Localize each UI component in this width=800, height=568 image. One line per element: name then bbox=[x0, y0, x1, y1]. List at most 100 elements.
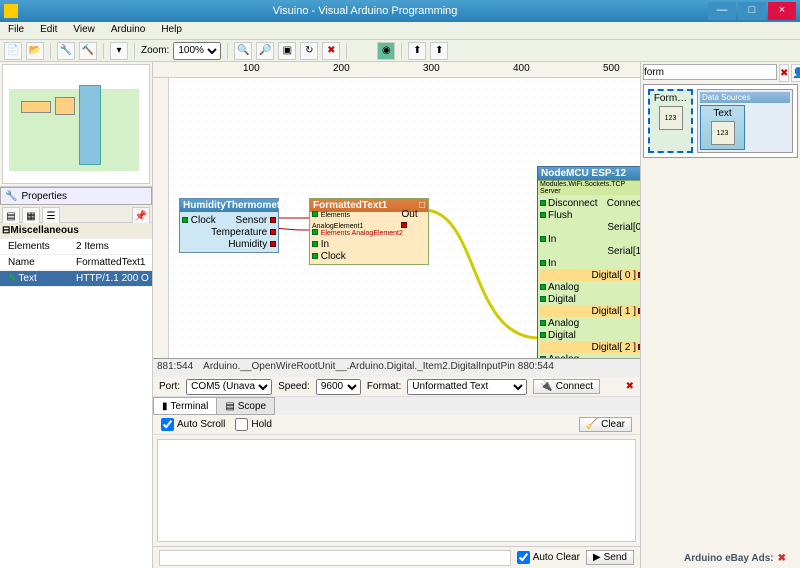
menu-view[interactable]: View bbox=[65, 22, 103, 39]
menubar: File Edit View Arduino Help bbox=[0, 22, 800, 40]
tab-scope[interactable]: ▤Scope bbox=[216, 397, 275, 415]
maximize-button[interactable]: □ bbox=[738, 2, 766, 20]
palette-group: Data Sources Text 123 bbox=[697, 89, 793, 153]
properties-panel: 🔧 Properties ▤ ▦ ☰ 📌 ⊟ Miscellaneous Ele… bbox=[0, 186, 152, 568]
bottom-tabs: ▮Terminal ▤Scope bbox=[153, 397, 640, 415]
board-icon[interactable]: ◉ bbox=[377, 42, 395, 60]
refresh-icon[interactable]: ↻ bbox=[300, 42, 318, 60]
node-title: HumidityThermometer1 bbox=[183, 200, 295, 211]
menu-file[interactable]: File bbox=[0, 22, 32, 39]
close-button[interactable]: × bbox=[768, 2, 796, 20]
scope-icon: ▤ bbox=[225, 401, 234, 412]
open-icon[interactable]: 📂 bbox=[26, 42, 44, 60]
window-title: Visuino - Visual Arduino Programming bbox=[24, 5, 706, 17]
format-select[interactable]: Unformatted Text bbox=[407, 379, 527, 395]
separator bbox=[50, 43, 51, 59]
send-icon: ▶ bbox=[593, 552, 601, 563]
node-nodemcu[interactable]: NodeMCU ESP-12 Modules.WiFi.Sockets.TCP … bbox=[537, 166, 640, 358]
upload-icon[interactable]: ⬆ bbox=[408, 42, 426, 60]
send-row: Auto Clear ▶Send bbox=[153, 546, 640, 568]
palette-items: Form… 123 Data Sources Text 123 bbox=[643, 84, 798, 158]
plug-icon: 🔌 bbox=[540, 381, 552, 392]
separator bbox=[401, 43, 402, 59]
status-bar: 881:544 Arduino.__OpenWireRootUnit__.Ard… bbox=[153, 359, 640, 377]
separator bbox=[134, 43, 135, 59]
overview-preview[interactable] bbox=[2, 64, 150, 184]
tool-icon-2[interactable]: 🔨 bbox=[79, 42, 97, 60]
ads-label: Arduino eBay Ads: bbox=[684, 553, 774, 564]
canvas-wrap: 100 200 300 400 500 HumidityThermometer1… bbox=[153, 62, 640, 358]
port-label: Port: bbox=[159, 381, 180, 392]
palette-column: ✖ 👤 ▾ ⊞ ⊟ Form… 123 Data Sources Text 12… bbox=[640, 62, 800, 568]
palette-search-input[interactable] bbox=[643, 64, 777, 80]
menu-arduino[interactable]: Arduino bbox=[103, 22, 153, 39]
main-area: 🔧 Properties ▤ ▦ ☰ 📌 ⊟ Miscellaneous Ele… bbox=[0, 62, 800, 568]
minimize-button[interactable]: — bbox=[708, 2, 736, 20]
status-path: Arduino.__OpenWireRootUnit__.Arduino.Dig… bbox=[203, 361, 554, 375]
node-subtitle: Modules.WiFi.Sockets.TCP Server bbox=[538, 180, 640, 195]
zoom-select[interactable]: 100% bbox=[173, 42, 221, 60]
palette-item-label: Text bbox=[703, 108, 742, 119]
tool-icon[interactable]: 🔧 bbox=[57, 42, 75, 60]
connection-row: Port: COM5 (Unava Speed: 9600 Format: Un… bbox=[153, 377, 640, 397]
speed-label: Speed: bbox=[278, 381, 310, 392]
palette-group-header: Data Sources bbox=[700, 92, 790, 103]
speed-select[interactable]: 9600 bbox=[316, 379, 361, 395]
left-column: 🔧 Properties ▤ ▦ ☰ 📌 ⊟ Miscellaneous Ele… bbox=[0, 62, 153, 568]
node-close-icon[interactable]: □ bbox=[295, 200, 301, 211]
ads-close-icon[interactable]: ✖ bbox=[778, 553, 786, 564]
broom-icon: 🧹 bbox=[586, 419, 598, 430]
delete-icon[interactable]: ✖ bbox=[322, 42, 340, 60]
titlebar: Visuino - Visual Arduino Programming — □… bbox=[0, 0, 800, 22]
node-humidity-thermometer[interactable]: HumidityThermometer1□ ClockSensor Temper… bbox=[179, 198, 279, 253]
panel-close-icon[interactable]: ✖ bbox=[626, 381, 634, 392]
autoclear-checkbox[interactable]: Auto Clear bbox=[517, 551, 580, 564]
format-label: Format: bbox=[367, 381, 401, 392]
separator bbox=[346, 43, 347, 59]
palette-btn-1[interactable]: 👤 bbox=[791, 64, 800, 82]
clear-button[interactable]: 🧹Clear bbox=[579, 417, 632, 432]
canvas[interactable]: HumidityThermometer1□ ClockSensor Temper… bbox=[169, 78, 640, 358]
component-icon: 123 bbox=[659, 106, 683, 130]
terminal-output[interactable] bbox=[157, 439, 636, 542]
palette-item-text[interactable]: Text 123 bbox=[700, 105, 745, 150]
menu-edit[interactable]: Edit bbox=[32, 22, 65, 39]
properties-toolbar: ▤ ▦ ☰ 📌 bbox=[0, 205, 152, 223]
zoom-out-icon[interactable]: 🔎 bbox=[256, 42, 274, 60]
properties-tree[interactable]: ⊟ Miscellaneous Elements2 Items NameForm… bbox=[0, 223, 152, 568]
palette-item-label: Form… bbox=[652, 93, 689, 104]
prop-row-name[interactable]: NameFormattedText1 bbox=[0, 255, 152, 271]
connect-button[interactable]: 🔌Connect bbox=[533, 379, 600, 394]
autoscroll-checkbox[interactable]: Auto Scroll bbox=[161, 418, 225, 431]
new-icon[interactable]: 📄 bbox=[4, 42, 22, 60]
terminal-icon: ▮ bbox=[162, 401, 168, 412]
send-input[interactable] bbox=[159, 550, 511, 566]
palette-item-form[interactable]: Form… 123 bbox=[648, 89, 693, 153]
pencil-icon: ✎ bbox=[8, 273, 16, 284]
status-coord: 881:544 bbox=[157, 361, 193, 375]
node-title: NodeMCU ESP-12 bbox=[541, 168, 626, 179]
search-clear-icon[interactable]: ✖ bbox=[779, 64, 789, 82]
node-formatted-text[interactable]: FormattedText1□ Elements AnalogElement1O… bbox=[309, 198, 429, 265]
port-select[interactable]: COM5 (Unava bbox=[186, 379, 272, 395]
ruler-vertical bbox=[153, 78, 169, 358]
window-buttons: — □ × bbox=[706, 2, 796, 20]
send-button[interactable]: ▶Send bbox=[586, 550, 634, 565]
upload2-icon[interactable]: ⬆ bbox=[430, 42, 448, 60]
component-icon: 123 bbox=[711, 121, 735, 145]
toolbar: 📄 📂 🔧 🔨 ▾ Zoom: 100% 🔍 🔎 ▣ ↻ ✖ ◉ ⬆ ⬆ bbox=[0, 40, 800, 62]
zoom-label: Zoom: bbox=[141, 45, 169, 56]
separator bbox=[103, 43, 104, 59]
palette-search-row: ✖ 👤 ▾ ⊞ ⊟ bbox=[643, 64, 798, 82]
dropdown-icon[interactable]: ▾ bbox=[110, 42, 128, 60]
menu-help[interactable]: Help bbox=[153, 22, 190, 39]
prop-row-elements[interactable]: Elements2 Items bbox=[0, 239, 152, 255]
zoom-in-icon[interactable]: 🔍 bbox=[234, 42, 252, 60]
tab-terminal[interactable]: ▮Terminal bbox=[153, 397, 217, 415]
zoom-fit-icon[interactable]: ▣ bbox=[278, 42, 296, 60]
hold-checkbox[interactable]: Hold bbox=[235, 418, 272, 431]
properties-tab-label: Properties bbox=[21, 191, 67, 202]
properties-tab[interactable]: 🔧 Properties bbox=[0, 187, 152, 205]
prop-row-text[interactable]: ✎TextHTTP/1.1 200 O bbox=[0, 271, 152, 287]
prop-category[interactable]: ⊟ Miscellaneous bbox=[0, 223, 152, 239]
